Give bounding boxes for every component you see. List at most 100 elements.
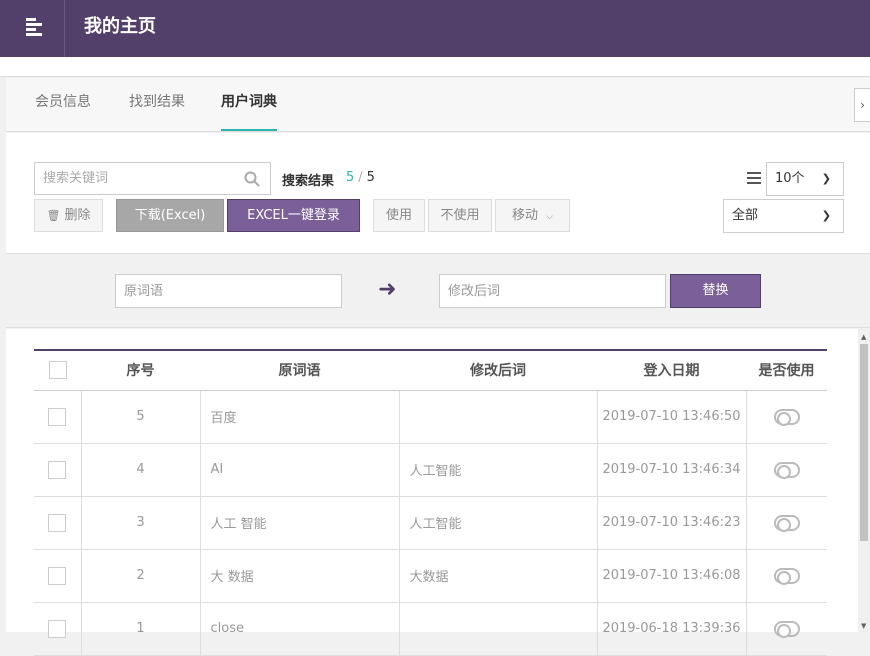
tab-search-results[interactable]: 找到结果 [129, 78, 185, 131]
search-box [34, 162, 271, 195]
modified-word-input[interactable] [440, 275, 665, 307]
scroll-down-icon[interactable]: ▼ [861, 622, 866, 630]
page-size-select[interactable]: 10个 ❯ [766, 162, 844, 196]
row-select-cell [34, 549, 82, 603]
original-word-input[interactable] [116, 275, 341, 307]
search-icon[interactable] [244, 171, 260, 187]
use-toggle[interactable] [773, 461, 800, 479]
row-checkbox[interactable] [48, 407, 67, 426]
cell-use [746, 390, 827, 444]
cell-original: AI [200, 443, 400, 497]
move-label: 移动 [512, 208, 539, 223]
move-button[interactable]: 移动 ⌵ [495, 199, 570, 232]
row-select-cell [34, 496, 82, 550]
result-total: 5 [366, 170, 375, 185]
original-word-box [115, 274, 342, 308]
table-body: 5 百度 2019-07-10 13:46:50 4 AI 人工智能 2019-07-10 … [34, 390, 827, 656]
header-original: 原词语 [200, 349, 399, 391]
result-current: 5 [346, 170, 355, 185]
cell-no: 4 [81, 443, 201, 497]
row-checkbox[interactable] [48, 513, 67, 532]
scroll-thumb[interactable] [860, 344, 868, 541]
cell-modified: 人工智能 [399, 443, 598, 497]
table-row[interactable]: 2大 数据 大数据 2019-07-10 13:46:08 [34, 549, 827, 603]
table-row[interactable]: 5 百度 2019-07-10 13:46:50 [34, 390, 827, 444]
dictionary-table: 序号 原词语 修改后词 登入日期 是否使用 5 百度 2019-07-10 13:4… [34, 349, 827, 656]
replace-button[interactable]: 替换 [670, 274, 761, 308]
page-size-value: 10个 [775, 171, 805, 186]
use-toggle[interactable] [773, 514, 800, 532]
unuse-button[interactable]: 不使用 [428, 199, 492, 232]
select-all-cell [34, 349, 81, 391]
table-header-row: 序号 原词语 修改后词 登入日期 是否使用 [34, 349, 827, 391]
tab-member-info[interactable]: 会员信息 [35, 78, 91, 131]
table-row[interactable]: 3 人工 智能 人工智能 2019-07-10 13:46:23 [34, 496, 827, 550]
chevron-down-icon: ⌵ [546, 212, 553, 222]
row-checkbox[interactable] [48, 619, 67, 638]
header-date: 登入日期 [597, 349, 746, 391]
table-row[interactable]: 1 close 2019-06-18 13:39:36 [34, 602, 827, 656]
tab-bar: 会员信息 找到结果 用户词典 › [6, 78, 870, 132]
cell-date: 2019-07-10 13:46:50 [597, 390, 747, 444]
chevron-down-icon: ❯ [821, 209, 831, 222]
arrow-right-icon: ➜ [378, 277, 397, 302]
filter-value: 全部 [732, 208, 759, 223]
cell-modified: 人工智能 [399, 496, 598, 550]
header-modified: 修改后词 [399, 349, 597, 391]
modified-word-box [439, 274, 666, 308]
cell-modified: 大数据 [399, 549, 598, 603]
top-bar: 我的主页 [0, 0, 870, 57]
header-no: 序号 [81, 349, 200, 391]
row-checkbox[interactable] [48, 460, 67, 479]
vertical-scrollbar[interactable]: ▲ ▼ [858, 329, 870, 632]
cell-date: 2019-07-10 13:46:34 [597, 443, 747, 497]
row-select-cell [34, 602, 82, 656]
filter-select[interactable]: 全部 ❯ [723, 199, 844, 233]
cell-no: 2 [81, 549, 201, 603]
cell-use [746, 443, 827, 497]
cell-original: 人工 智能 [200, 496, 400, 550]
select-all-checkbox[interactable] [48, 361, 67, 380]
tab-user-dictionary[interactable]: 用户词典 [221, 78, 277, 131]
list-icon [747, 172, 761, 184]
delete-button[interactable]: 🗑 删除 [34, 199, 103, 232]
row-select-cell [34, 390, 82, 444]
search-input[interactable] [35, 163, 225, 194]
header-use: 是否使用 [746, 349, 827, 391]
cell-no: 1 [81, 602, 201, 656]
table-area: 序号 原词语 修改后词 登入日期 是否使用 5 百度 2019-07-10 13:4… [6, 329, 858, 656]
row-checkbox[interactable] [48, 566, 67, 585]
page-title: 我的主页 [84, 16, 156, 37]
cell-no: 3 [81, 496, 201, 550]
use-toggle[interactable] [773, 567, 800, 585]
cell-original: 百度 [200, 390, 400, 444]
cell-use [746, 602, 827, 656]
cell-use [746, 549, 827, 603]
cell-use [746, 496, 827, 550]
use-toggle[interactable] [773, 408, 800, 426]
table-row[interactable]: 4 AI 人工智能 2019-07-10 13:46:34 [34, 443, 827, 497]
trash-icon: 🗑 [46, 209, 61, 222]
use-button[interactable]: 使用 [373, 199, 425, 232]
cell-no: 5 [81, 390, 201, 444]
excel-login-button[interactable]: EXCEL一键登录 [227, 199, 360, 232]
row-select-cell [34, 443, 82, 497]
result-count: 5/5 [346, 170, 375, 185]
cell-modified [399, 602, 598, 656]
toolbar: 搜索结果 5/5 🗑 删除 下载(Excel) EXCEL一键登录 使用 不使用… [6, 133, 870, 254]
chevron-right-icon[interactable]: › [854, 88, 870, 122]
header-spacer [0, 57, 870, 77]
cell-original: close [200, 602, 400, 656]
use-toggle[interactable] [773, 620, 800, 638]
chevron-down-icon: ❯ [821, 172, 831, 185]
replace-bar: ➜ 替换 [6, 255, 870, 328]
cell-modified [399, 390, 598, 444]
download-excel-button[interactable]: 下载(Excel) [116, 199, 224, 232]
cell-date: 2019-06-18 13:39:36 [597, 602, 747, 656]
cell-date: 2019-07-10 13:46:08 [597, 549, 747, 603]
cell-original: 大 数据 [200, 549, 400, 603]
cell-date: 2019-07-10 13:46:23 [597, 496, 747, 550]
result-label: 搜索结果 [282, 174, 335, 189]
menu-icon[interactable] [0, 0, 65, 57]
scroll-up-icon[interactable]: ▲ [861, 333, 866, 341]
